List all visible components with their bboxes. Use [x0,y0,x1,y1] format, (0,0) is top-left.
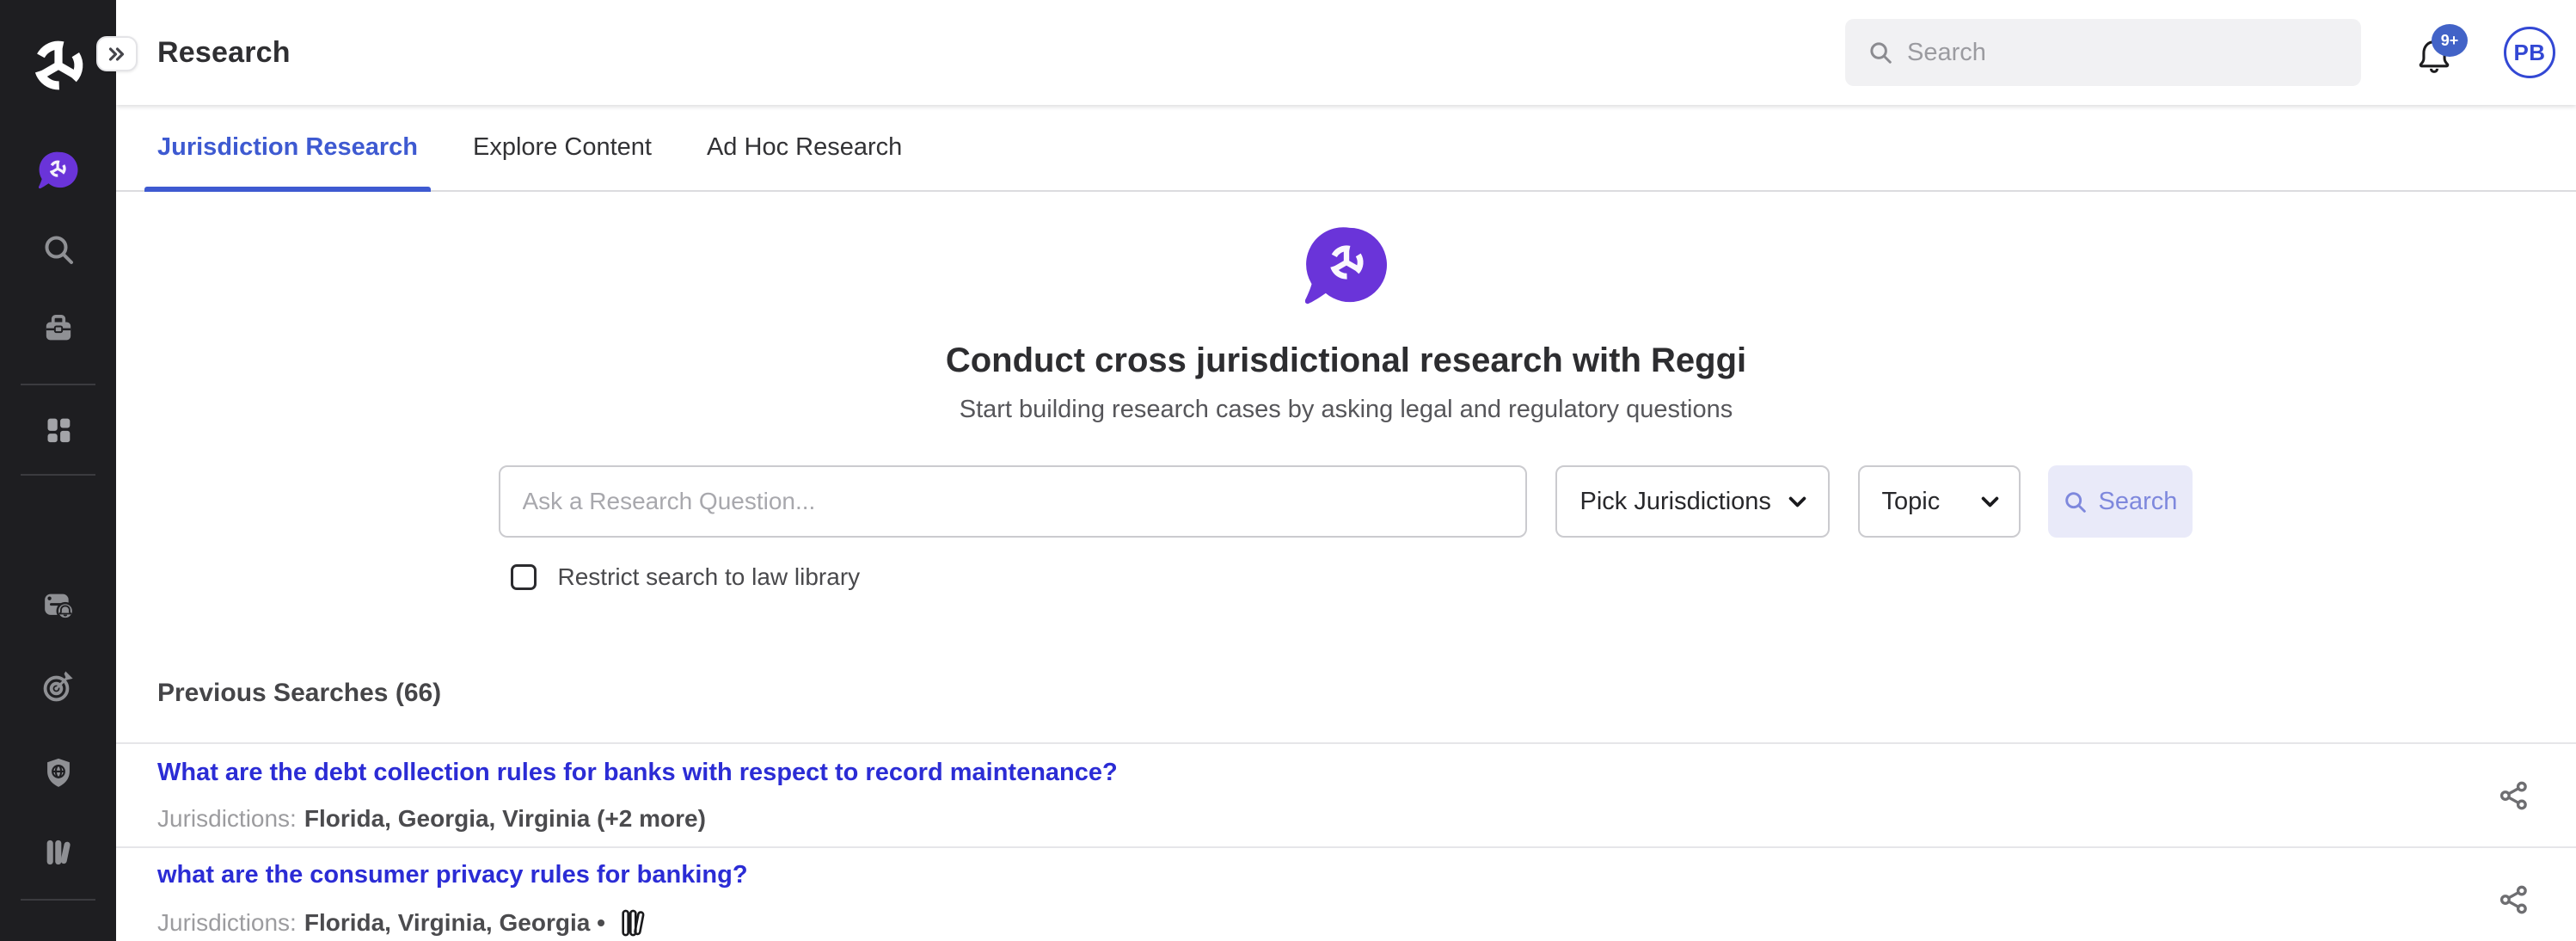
sidebar [0,0,116,941]
sidebar-divider [21,384,95,385]
pick-jurisdictions-label: Pick Jurisdictions [1580,488,1771,516]
jurisdictions-values: Florida, Georgia, Virginia (+2 more) [304,805,706,833]
tab-bar: Jurisdiction Research Explore Content Ad… [116,105,2576,192]
previous-search-question-link[interactable]: What are the debt collection rules for b… [157,759,1118,787]
share-icon [2498,779,2530,812]
document-bell-icon [41,588,76,623]
top-bar: Research 9+ PB [116,0,2576,105]
sidebar-item-reggi-chat[interactable] [0,151,116,189]
previous-search-row: what are the consumer privacy rules for … [116,848,2576,941]
search-icon [1868,40,1893,65]
sidebar-divider [21,899,95,901]
restrict-law-library-label: Restrict search to law library [558,563,861,591]
hero-section: Conduct cross jurisdictional research wi… [116,192,2576,591]
research-controls: Pick Jurisdictions Topic Search [499,465,2194,538]
jurisdictions-line: Jurisdictions: Florida, Georgia, Virgini… [157,805,1118,833]
briefcase-icon [41,311,76,346]
shield-globe-icon [41,756,76,790]
app-root: Research 9+ PB Jurisdiction Research Exp… [0,0,2576,941]
sidebar-item-document-alerts[interactable] [0,588,116,623]
topic-label: Topic [1882,488,1941,516]
restrict-search-row: Restrict search to law library [499,563,2194,591]
double-chevron-right-icon [107,44,127,65]
global-search-box[interactable] [1845,19,2361,86]
search-button[interactable]: Search [2048,465,2193,538]
target-arrow-icon [41,669,76,704]
jurisdictions-label: Jurisdictions: [157,909,297,937]
share-button[interactable] [2498,779,2530,812]
sidebar-item-search[interactable] [0,232,116,267]
sidebar-item-cases[interactable] [0,311,116,346]
chevron-down-icon [1786,490,1809,514]
page-title: Research [157,36,291,70]
research-question-input[interactable] [499,465,1527,538]
sidebar-item-law-library[interactable] [0,835,116,870]
sidebar-divider [21,474,95,476]
hero-subtitle: Start building research cases by asking … [116,396,2576,424]
avatar[interactable]: PB [2504,27,2555,78]
topic-dropdown[interactable]: Topic [1858,465,2021,538]
jurisdictions-values: Florida, Virginia, Georgia • [304,909,605,937]
notifications-button[interactable]: 9+ [2414,29,2454,76]
pick-jurisdictions-dropdown[interactable]: Pick Jurisdictions [1555,465,1830,538]
main-area: Research 9+ PB Jurisdiction Research Exp… [116,0,2576,941]
search-button-label: Search [2099,488,2178,516]
sidebar-item-dashboard[interactable] [0,413,116,447]
share-button[interactable] [2498,883,2530,916]
tab-ad-hoc-research[interactable]: Ad Hoc Research [694,105,915,190]
previous-searches-header: Previous Searches (66) [116,649,2576,744]
jurisdictions-line: Jurisdictions: Florida, Virginia, Georgi… [157,907,748,938]
previous-search-row: What are the debt collection rules for b… [116,744,2576,848]
sidebar-item-goals[interactable] [0,669,116,704]
restrict-law-library-checkbox[interactable] [511,564,537,590]
search-icon [2063,489,2088,514]
hero-title: Conduct cross jurisdictional research wi… [116,341,2576,380]
dashboard-grid-icon [41,413,76,447]
jurisdictions-label: Jurisdictions: [157,805,297,833]
notification-badge: 9+ [2432,24,2468,57]
global-search-input[interactable] [1907,39,2340,67]
tab-jurisdiction-research[interactable]: Jurisdiction Research [144,105,431,190]
previous-searches-title: Previous Searches (66) [157,679,2535,742]
library-books-icon [41,835,76,870]
tab-explore-content[interactable]: Explore Content [460,105,665,190]
sidebar-item-compliance[interactable] [0,756,116,790]
reggi-chat-icon [47,159,67,179]
previous-searches-section: Previous Searches (66) What are the debt… [116,649,2576,941]
previous-search-question-link[interactable]: what are the consumer privacy rules for … [157,861,748,889]
law-library-indicator-icon [619,907,645,938]
chevron-down-icon [1978,490,2002,514]
search-icon [41,232,76,267]
sidebar-expand-button[interactable] [96,36,138,71]
reggi-bubble-logo-icon [1305,226,1388,305]
share-icon [2498,883,2530,916]
